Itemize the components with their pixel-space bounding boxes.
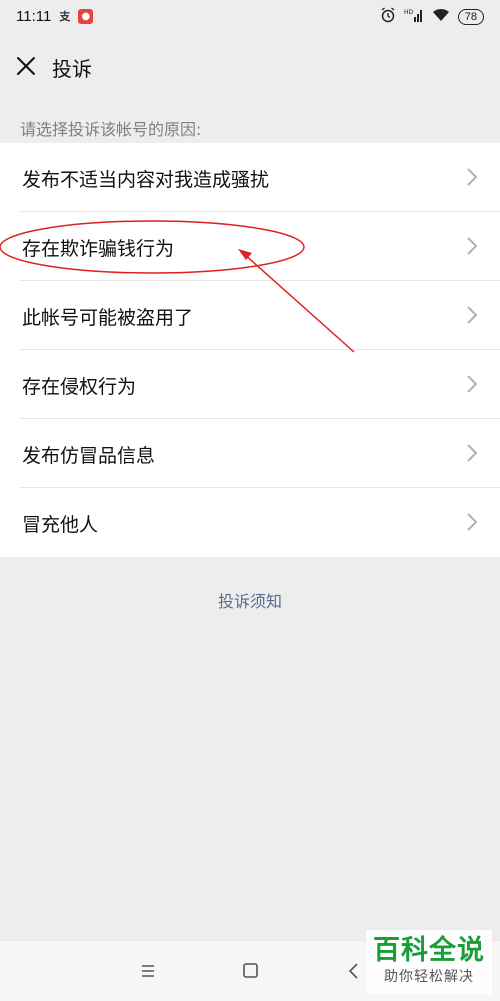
reason-prompt: 请选择投诉该帐号的原因:: [20, 120, 202, 139]
reason-item-harassment[interactable]: 发布不适当内容对我造成骚扰: [0, 143, 500, 212]
alipay-icon: 支: [59, 10, 71, 23]
watermark-title: 百科全说: [373, 935, 485, 966]
reason-label: 发布不适当内容对我造成骚扰: [22, 169, 270, 191]
chevron-right-icon: [466, 374, 478, 394]
chevron-right-icon: [466, 305, 478, 325]
complaint-notice-link[interactable]: 投诉须知: [0, 588, 500, 612]
battery-icon: 78: [457, 9, 484, 25]
back-icon[interactable]: [342, 959, 368, 983]
reason-label: 存在侵权行为: [22, 376, 137, 398]
reason-label: 此帐号可能被盗用了: [22, 307, 194, 329]
status-bar: 11:11 支 ● HD 78: [0, 0, 500, 36]
page-title: 投诉: [52, 57, 92, 81]
watermark: 百科全说 助你轻松解决: [366, 930, 492, 994]
menu-icon[interactable]: [135, 959, 161, 983]
app-notification-icon: ●: [78, 9, 94, 24]
reason-item-counterfeit[interactable]: 发布仿冒品信息: [0, 419, 500, 488]
hd-signal-icon: HD: [404, 7, 424, 27]
chevron-right-icon: [466, 512, 478, 532]
wifi-icon: [432, 8, 450, 26]
reason-label: 冒充他人: [22, 514, 99, 536]
chevron-right-icon: [466, 236, 478, 256]
reason-list: 发布不适当内容对我造成骚扰 存在欺诈骗钱行为 此帐号可能被盗用了 存在侵权行为 …: [0, 143, 500, 557]
home-icon[interactable]: [237, 959, 263, 983]
watermark-subtitle: 助你轻松解决: [384, 969, 474, 985]
reason-item-stolen-account[interactable]: 此帐号可能被盗用了: [0, 281, 500, 350]
chevron-right-icon: [466, 167, 478, 187]
status-right: HD 78: [380, 7, 484, 27]
reason-item-infringement[interactable]: 存在侵权行为: [0, 350, 500, 419]
status-left: 11:11 支 ●: [16, 8, 94, 25]
reason-item-impersonation[interactable]: 冒充他人: [0, 488, 500, 557]
close-icon[interactable]: [12, 52, 40, 80]
reason-item-fraud[interactable]: 存在欺诈骗钱行为: [0, 212, 500, 281]
reason-label: 存在欺诈骗钱行为: [22, 238, 175, 260]
alarm-icon: [380, 7, 396, 27]
svg-text:HD: HD: [404, 9, 414, 16]
status-time: 11:11: [16, 8, 52, 25]
header: 投诉: [0, 36, 500, 96]
chevron-right-icon: [466, 443, 478, 463]
reason-label: 发布仿冒品信息: [22, 445, 156, 467]
